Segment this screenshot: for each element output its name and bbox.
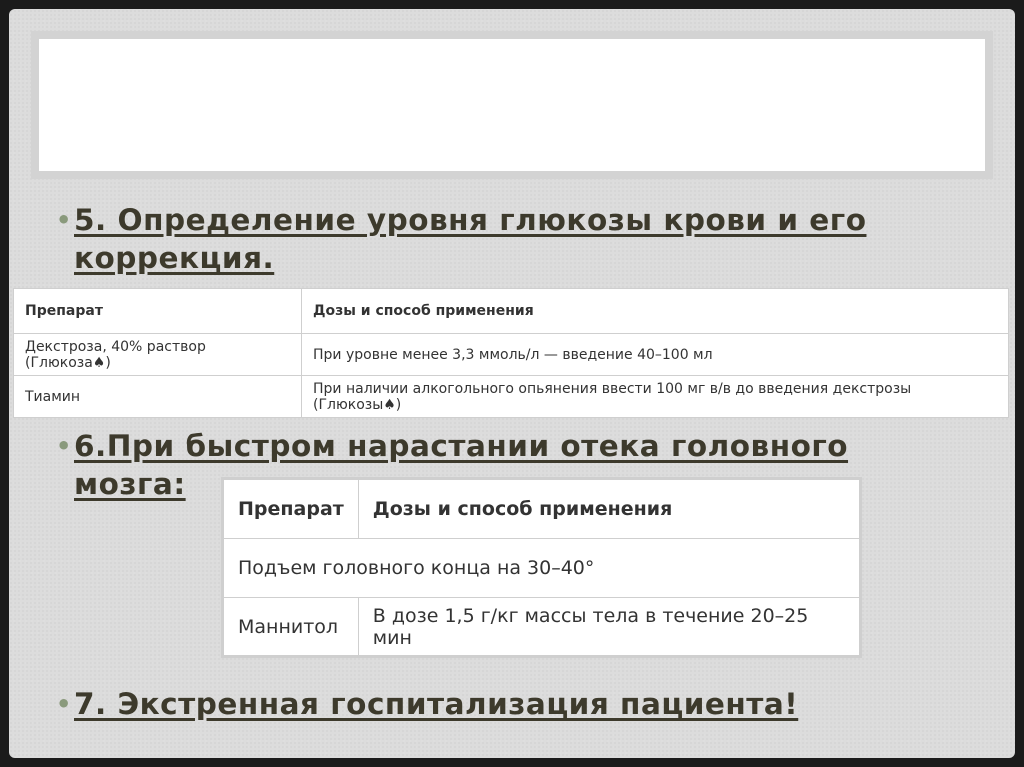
section-7-heading: • 7. Экстренная госпитализация пациента! <box>46 685 946 723</box>
column-header-dose: Дозы и способ применения <box>301 288 1009 334</box>
drug-cell: Декстроза, 40% раствор (Глюкоза♠) <box>13 333 302 376</box>
column-header-drug: Препарат <box>223 479 359 539</box>
section-5-heading-line1: 5. Определение уровня глюкозы крови и ег… <box>74 203 867 237</box>
section-5-heading-line2: коррекция. <box>74 241 275 275</box>
section-6-heading-line2: мозга: <box>74 467 186 501</box>
title-placeholder-inner <box>39 39 985 171</box>
bullet-icon: • <box>56 690 72 718</box>
drug-cell: Тиамин <box>13 375 302 418</box>
section-6-heading-line1: 6.При быстром нарастании отека головного <box>74 429 849 463</box>
table-header-row: Препарат Дозы и способ применения <box>13 288 1009 334</box>
dose-cell: При наличии алкогольного опьянения ввест… <box>301 375 1009 418</box>
brain-edema-table: Препарат Дозы и способ применения Подъем… <box>221 477 862 658</box>
slide: • 5. Определение уровня глюкозы крови и … <box>9 9 1015 758</box>
bullet-icon: • <box>56 206 72 234</box>
table-row: Подъем головного конца на 30–40° <box>223 538 860 598</box>
table-row: Декстроза, 40% раствор (Глюкоза♠) При ур… <box>13 333 1009 376</box>
dose-cell: При уровне менее 3,3 ммоль/л — введение … <box>301 333 1009 376</box>
drug-cell: Маннитол <box>223 597 359 656</box>
column-header-drug: Препарат <box>13 288 302 334</box>
table-row: Тиамин При наличии алкогольного опьянени… <box>13 375 1009 418</box>
section-7-heading-text: 7. Экстренная госпитализация пациента! <box>74 687 799 721</box>
section-5-heading: • 5. Определение уровня глюкозы крови и … <box>46 201 946 277</box>
dose-cell: В дозе 1,5 г/кг массы тела в течение 20–… <box>357 597 861 656</box>
table-row: Маннитол В дозе 1,5 г/кг массы тела в те… <box>223 597 861 656</box>
bullet-icon: • <box>56 432 72 460</box>
column-header-dose: Дозы и способ применения <box>357 479 861 539</box>
full-width-cell: Подъем головного конца на 30–40° <box>223 538 860 598</box>
title-placeholder <box>31 31 993 179</box>
glucose-table: Препарат Дозы и способ применения Декстр… <box>13 288 1009 418</box>
table-header-row: Препарат Дозы и способ применения <box>223 479 861 539</box>
